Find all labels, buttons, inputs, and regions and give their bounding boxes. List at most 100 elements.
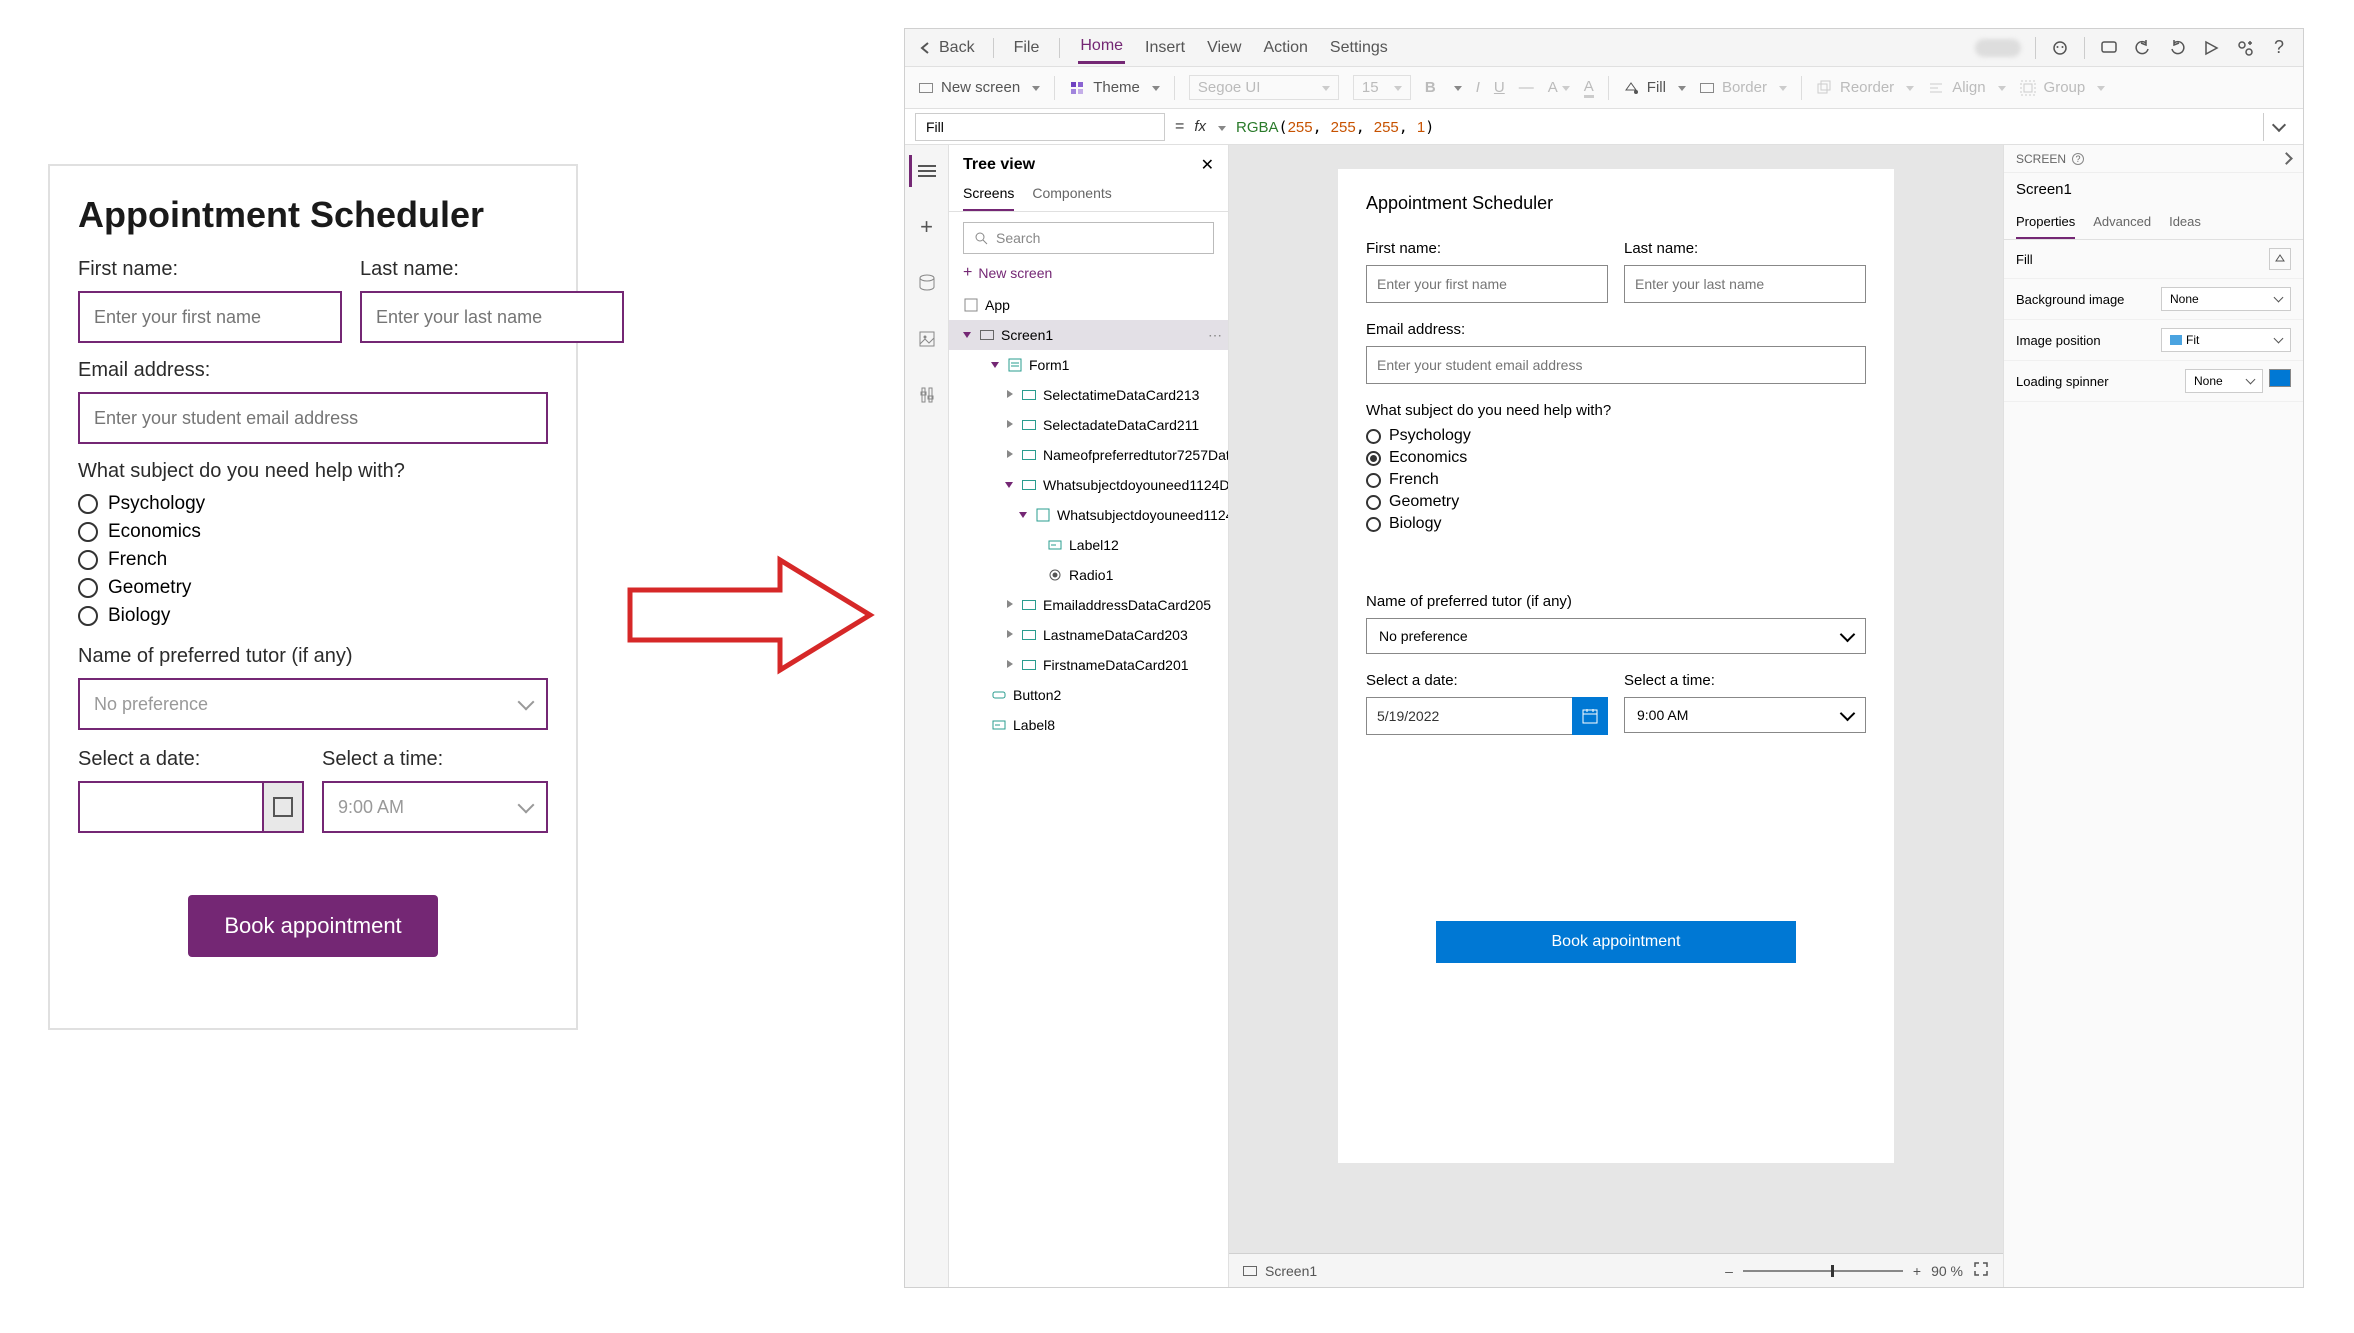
comments-icon[interactable]	[2099, 38, 2119, 58]
data-rail-button[interactable]	[911, 267, 943, 299]
back-button[interactable]: Back	[919, 39, 975, 57]
font-size-select[interactable]: 15	[1353, 75, 1411, 100]
info-icon[interactable]: ?	[2072, 153, 2084, 165]
app-book-button[interactable]: Book appointment	[1436, 921, 1796, 963]
underline-icon[interactable]: U	[1494, 79, 1505, 96]
spinner-color-swatch[interactable]	[2269, 369, 2291, 387]
radio-geometry[interactable]	[78, 578, 98, 598]
insert-rail-button[interactable]: +	[911, 211, 943, 243]
tab-home[interactable]: Home	[1078, 31, 1125, 64]
fill-button[interactable]: Fill	[1623, 79, 1686, 96]
theme-button[interactable]: Theme	[1069, 79, 1160, 96]
prop-bg-select[interactable]: None	[2161, 287, 2291, 311]
app-radio-french[interactable]	[1366, 473, 1381, 488]
font-select[interactable]: Segoe UI	[1189, 75, 1339, 100]
undo-icon[interactable]	[2133, 38, 2153, 58]
app-radio-psychology[interactable]	[1366, 429, 1381, 444]
strike-icon[interactable]: —	[1519, 79, 1534, 96]
app-calendar-button[interactable]	[1572, 697, 1608, 735]
tree-item-selecttime[interactable]: SelectatimeDataCard213	[949, 380, 1228, 410]
radio-economics[interactable]	[78, 522, 98, 542]
prop-tab-properties[interactable]: Properties	[2016, 206, 2075, 239]
tree-item-email[interactable]: EmailaddressDataCard205	[949, 590, 1228, 620]
app-time-select[interactable]: 9:00 AM	[1624, 697, 1866, 733]
property-selector[interactable]: Fill	[915, 113, 1165, 141]
align-button[interactable]: Align	[1928, 79, 2005, 96]
highlight-icon[interactable]: A	[1584, 78, 1594, 98]
fit-to-window-icon[interactable]	[1973, 1261, 1989, 1280]
app-date-input[interactable]	[1366, 697, 1572, 735]
tutor-select[interactable]: No preference	[78, 678, 548, 730]
fx-dropdown[interactable]	[1216, 118, 1226, 136]
app-radio-biology[interactable]	[1366, 517, 1381, 532]
prop-tab-ideas[interactable]: Ideas	[2169, 206, 2201, 239]
tree-item-form1[interactable]: Form1	[949, 350, 1228, 380]
virtual-agent-icon[interactable]	[2050, 38, 2070, 58]
prop-spinner-select[interactable]: None	[2185, 369, 2263, 393]
tree-item-subject-vert[interactable]: Whatsubjectdoyouneed1124Vert…	[949, 500, 1228, 530]
expand-formula-button[interactable]	[2263, 113, 2293, 141]
tree-item-selectdate[interactable]: SelectadateDataCard211	[949, 410, 1228, 440]
bold-icon[interactable]: B	[1425, 79, 1436, 96]
tab-settings[interactable]: Settings	[1328, 33, 1390, 63]
tab-insert[interactable]: Insert	[1143, 33, 1187, 63]
tree-item-screen1[interactable]: Screen1⋯	[949, 320, 1228, 350]
last-name-input[interactable]	[360, 291, 624, 343]
tree-new-screen-button[interactable]: +New screen	[963, 264, 1214, 282]
date-input[interactable]	[78, 781, 262, 833]
prop-imgpos-select[interactable]: Fit	[2161, 328, 2291, 352]
new-screen-button[interactable]: New screen	[919, 79, 1040, 96]
tree-tab-components[interactable]: Components	[1032, 185, 1111, 211]
tree-item-radio1[interactable]: Radio1	[949, 560, 1228, 590]
radio-biology[interactable]	[78, 606, 98, 626]
tab-action[interactable]: Action	[1261, 33, 1309, 63]
time-select[interactable]: 9:00 AM	[322, 781, 548, 833]
tree-item-tutor[interactable]: Nameofpreferredtutor7257DataCard…	[949, 440, 1228, 470]
tree-item-app[interactable]: App	[949, 290, 1228, 320]
play-icon[interactable]	[2201, 38, 2221, 58]
app-tutor-select[interactable]: No preference	[1366, 618, 1866, 654]
tree-item-lastname[interactable]: LastnameDataCard203	[949, 620, 1228, 650]
media-rail-button[interactable]	[911, 323, 943, 355]
help-icon[interactable]: ?	[2269, 38, 2289, 58]
app-email-input[interactable]	[1366, 346, 1866, 384]
tree-tab-screens[interactable]: Screens	[963, 185, 1014, 211]
calendar-button[interactable]	[262, 781, 304, 833]
group-button[interactable]: Group	[2020, 79, 2106, 96]
app-first-input[interactable]	[1366, 265, 1608, 303]
italic-icon[interactable]: I	[1476, 79, 1480, 96]
more-icon[interactable]: ⋯	[1208, 327, 1222, 344]
tab-view[interactable]: View	[1205, 33, 1243, 63]
tree-item-label8[interactable]: Label8	[949, 710, 1228, 740]
book-appointment-button[interactable]: Book appointment	[188, 895, 437, 957]
tab-file[interactable]: File	[1012, 33, 1042, 63]
zoom-slider[interactable]	[1743, 1270, 1903, 1272]
tree-item-button2[interactable]: Button2	[949, 680, 1228, 710]
zoom-out-button[interactable]: –	[1725, 1263, 1733, 1279]
border-button[interactable]: Border	[1700, 79, 1787, 96]
tree-view-rail-button[interactable]	[909, 155, 941, 187]
close-icon[interactable]: ✕	[1201, 155, 1214, 175]
app-screen1[interactable]: Appointment Scheduler First name: Last n…	[1338, 169, 1894, 1163]
chevron-right-icon[interactable]	[2282, 154, 2291, 163]
zoom-in-button[interactable]: +	[1913, 1263, 1921, 1279]
app-radio-economics[interactable]	[1366, 451, 1381, 466]
tree-item-label12[interactable]: Label12	[949, 530, 1228, 560]
tree-item-subject[interactable]: Whatsubjectdoyouneed1124DataCar…	[949, 470, 1228, 500]
first-name-input[interactable]	[78, 291, 342, 343]
tree-item-firstname[interactable]: FirstnameDataCard201	[949, 650, 1228, 680]
email-input[interactable]	[78, 392, 548, 444]
app-radio-geometry[interactable]	[1366, 495, 1381, 510]
font-color-icon[interactable]: A	[1548, 79, 1570, 96]
app-last-input[interactable]	[1624, 265, 1866, 303]
tree-search-input[interactable]: Search	[963, 222, 1214, 254]
fill-edit-button[interactable]	[2269, 248, 2291, 270]
redo-icon[interactable]	[2167, 38, 2187, 58]
radio-psychology[interactable]	[78, 494, 98, 514]
prop-tab-advanced[interactable]: Advanced	[2093, 206, 2151, 239]
radio-french[interactable]	[78, 550, 98, 570]
formula-input[interactable]: RGBA(255, 255, 255, 1)	[1236, 118, 2253, 136]
tools-rail-button[interactable]	[911, 379, 943, 411]
reorder-button[interactable]: Reorder	[1816, 79, 1914, 96]
share-icon[interactable]	[2235, 38, 2255, 58]
